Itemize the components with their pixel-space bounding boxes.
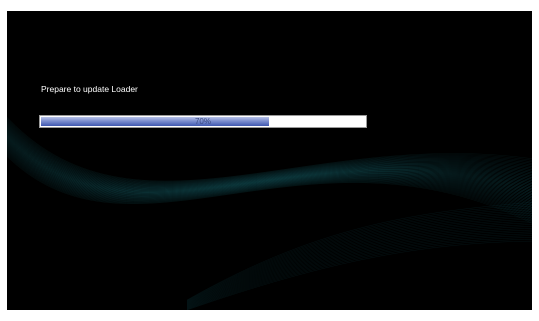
wave-line xyxy=(186,218,532,305)
loader-screen: Prepare to update Loader 70% xyxy=(7,11,532,310)
wave-line xyxy=(186,235,532,309)
progress-percent-label: 70% xyxy=(194,117,211,126)
progress-bar: 70% xyxy=(39,115,367,128)
wave-line xyxy=(186,240,532,310)
wave-line xyxy=(186,226,532,307)
status-message: Prepare to update Loader xyxy=(41,84,138,94)
wave-line xyxy=(186,227,532,307)
background-wave-decoration xyxy=(7,116,532,310)
wave-line xyxy=(186,233,532,309)
wave-line xyxy=(186,231,532,308)
wave-line xyxy=(186,229,532,308)
